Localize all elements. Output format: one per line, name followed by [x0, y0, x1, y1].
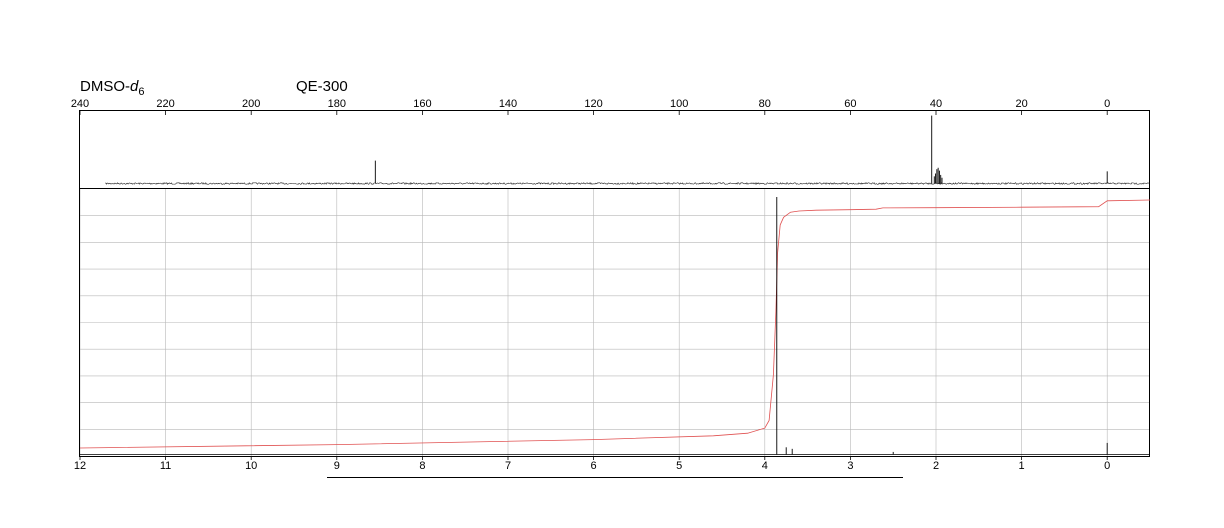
proton-tick-label: 1	[1019, 460, 1025, 472]
proton-tick-label: 10	[245, 460, 257, 472]
carbon-13-tick-label: 0	[1104, 98, 1110, 110]
carbon-13-tick-label: 100	[670, 98, 688, 110]
carbon-13-tick-label: 240	[71, 98, 89, 110]
proton-tick-label: 12	[74, 460, 86, 472]
proton-tick-label: 9	[334, 460, 340, 472]
nmr-spectrum-figure: DMSO-d6 QE-300 240 220 200 180 160 140 120 100 8…	[71, 78, 1151, 478]
carbon-13-tick-label: 40	[930, 98, 942, 110]
carbon-13-tick-label: 180	[328, 98, 346, 110]
proton-tick-label: 4	[762, 460, 768, 472]
proton-tick-label: 11	[160, 460, 171, 472]
carbon-13-baseline-noise	[105, 182, 1150, 185]
proton-tick-label: 6	[591, 460, 597, 472]
solvent-label: DMSO-d6	[80, 78, 144, 98]
carbon-13-spectrum-panel: 240 220 200 180 160 140 120 100 80 60 40 20 0	[71, 98, 1150, 189]
proton-grid	[79, 189, 1150, 456]
carbon-13-tick-label: 220	[156, 98, 174, 110]
proton-tick-label: 5	[676, 460, 682, 472]
proton-spectrum-panel: 12 11 10 9 8 7 6 5 4 3 2 1 0	[74, 188, 1151, 472]
carbon-13-tick-label: 140	[499, 98, 517, 110]
carbon-13-tick-label: 160	[413, 98, 431, 110]
instrument-label: QE-300	[296, 78, 348, 95]
carbon-13-tick-label: 60	[844, 98, 856, 110]
proton-tick-label: 2	[933, 460, 939, 472]
carbon-13-plot-frame	[79, 110, 1150, 189]
carbon-13-peaks	[374, 115, 1108, 184]
proton-tick-label: 3	[847, 460, 853, 472]
proton-integral-curve	[79, 199, 1151, 449]
proton-tick-label: 8	[419, 460, 425, 472]
proton-tick-label: 7	[505, 460, 511, 472]
carbon-13-axis-ticks	[79, 111, 1108, 115]
carbon-13-tick-label: 120	[584, 98, 602, 110]
proton-axis-labels: 12 11 10 9 8 7 6 5 4 3 2 1 0	[74, 460, 1110, 472]
proton-tick-label: 0	[1104, 460, 1110, 472]
carbon-13-axis-labels: 240 220 200 180 160 140 120 100 80 60 40 20 0	[71, 98, 1110, 110]
carbon-13-tick-label: 200	[242, 98, 260, 110]
carbon-13-tick-label: 20	[1015, 98, 1027, 110]
carbon-13-tick-label: 80	[759, 98, 771, 110]
proton-peaks	[776, 197, 1108, 455]
